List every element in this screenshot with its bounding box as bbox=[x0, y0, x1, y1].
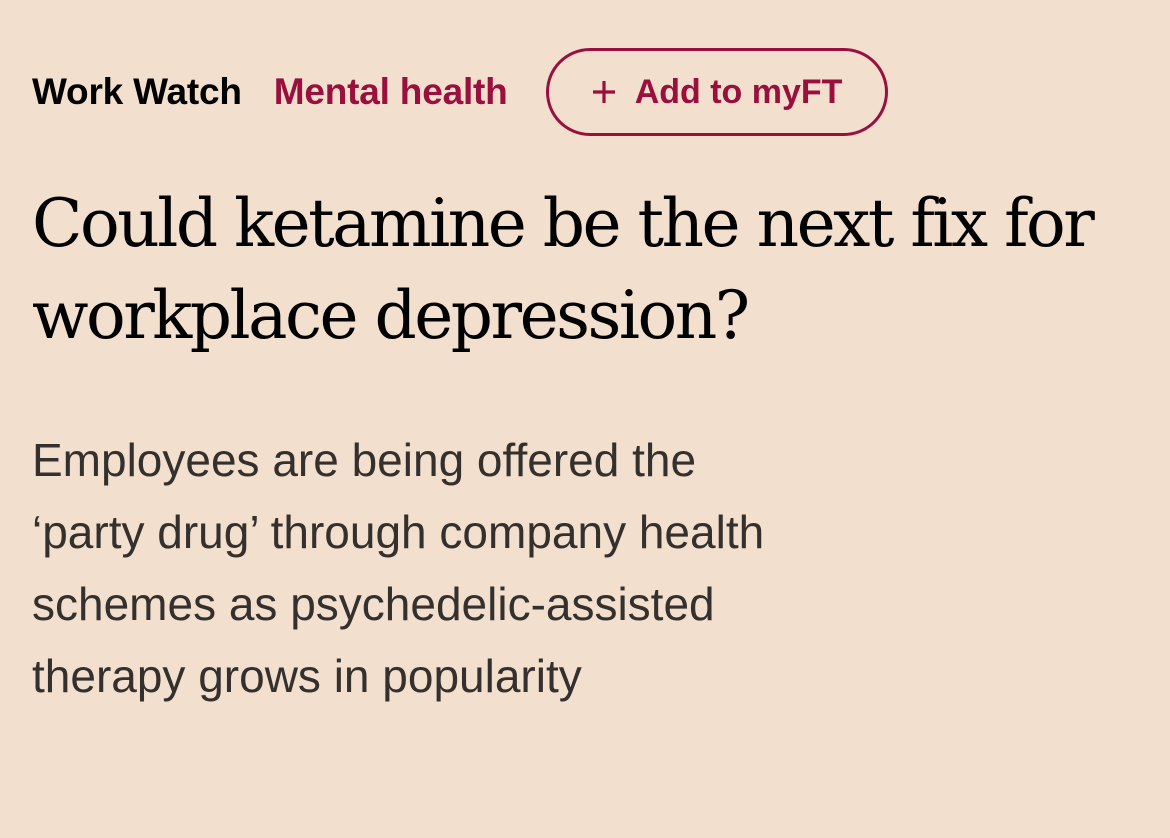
article-standfirst: Employees are being offered the ‘party d… bbox=[32, 434, 765, 702]
article-headline[interactable]: Could ketamine be the next fix for workp… bbox=[32, 178, 1142, 362]
article-topline: Work Watch Mental health Add to myFT bbox=[32, 48, 888, 136]
topic-link-mental-health[interactable]: Mental health bbox=[274, 71, 508, 113]
plus-icon bbox=[591, 79, 617, 105]
series-label: Work Watch bbox=[32, 71, 242, 112]
add-to-myft-button[interactable]: Add to myFT bbox=[545, 48, 888, 136]
add-to-myft-label: Add to myFT bbox=[634, 72, 843, 111]
